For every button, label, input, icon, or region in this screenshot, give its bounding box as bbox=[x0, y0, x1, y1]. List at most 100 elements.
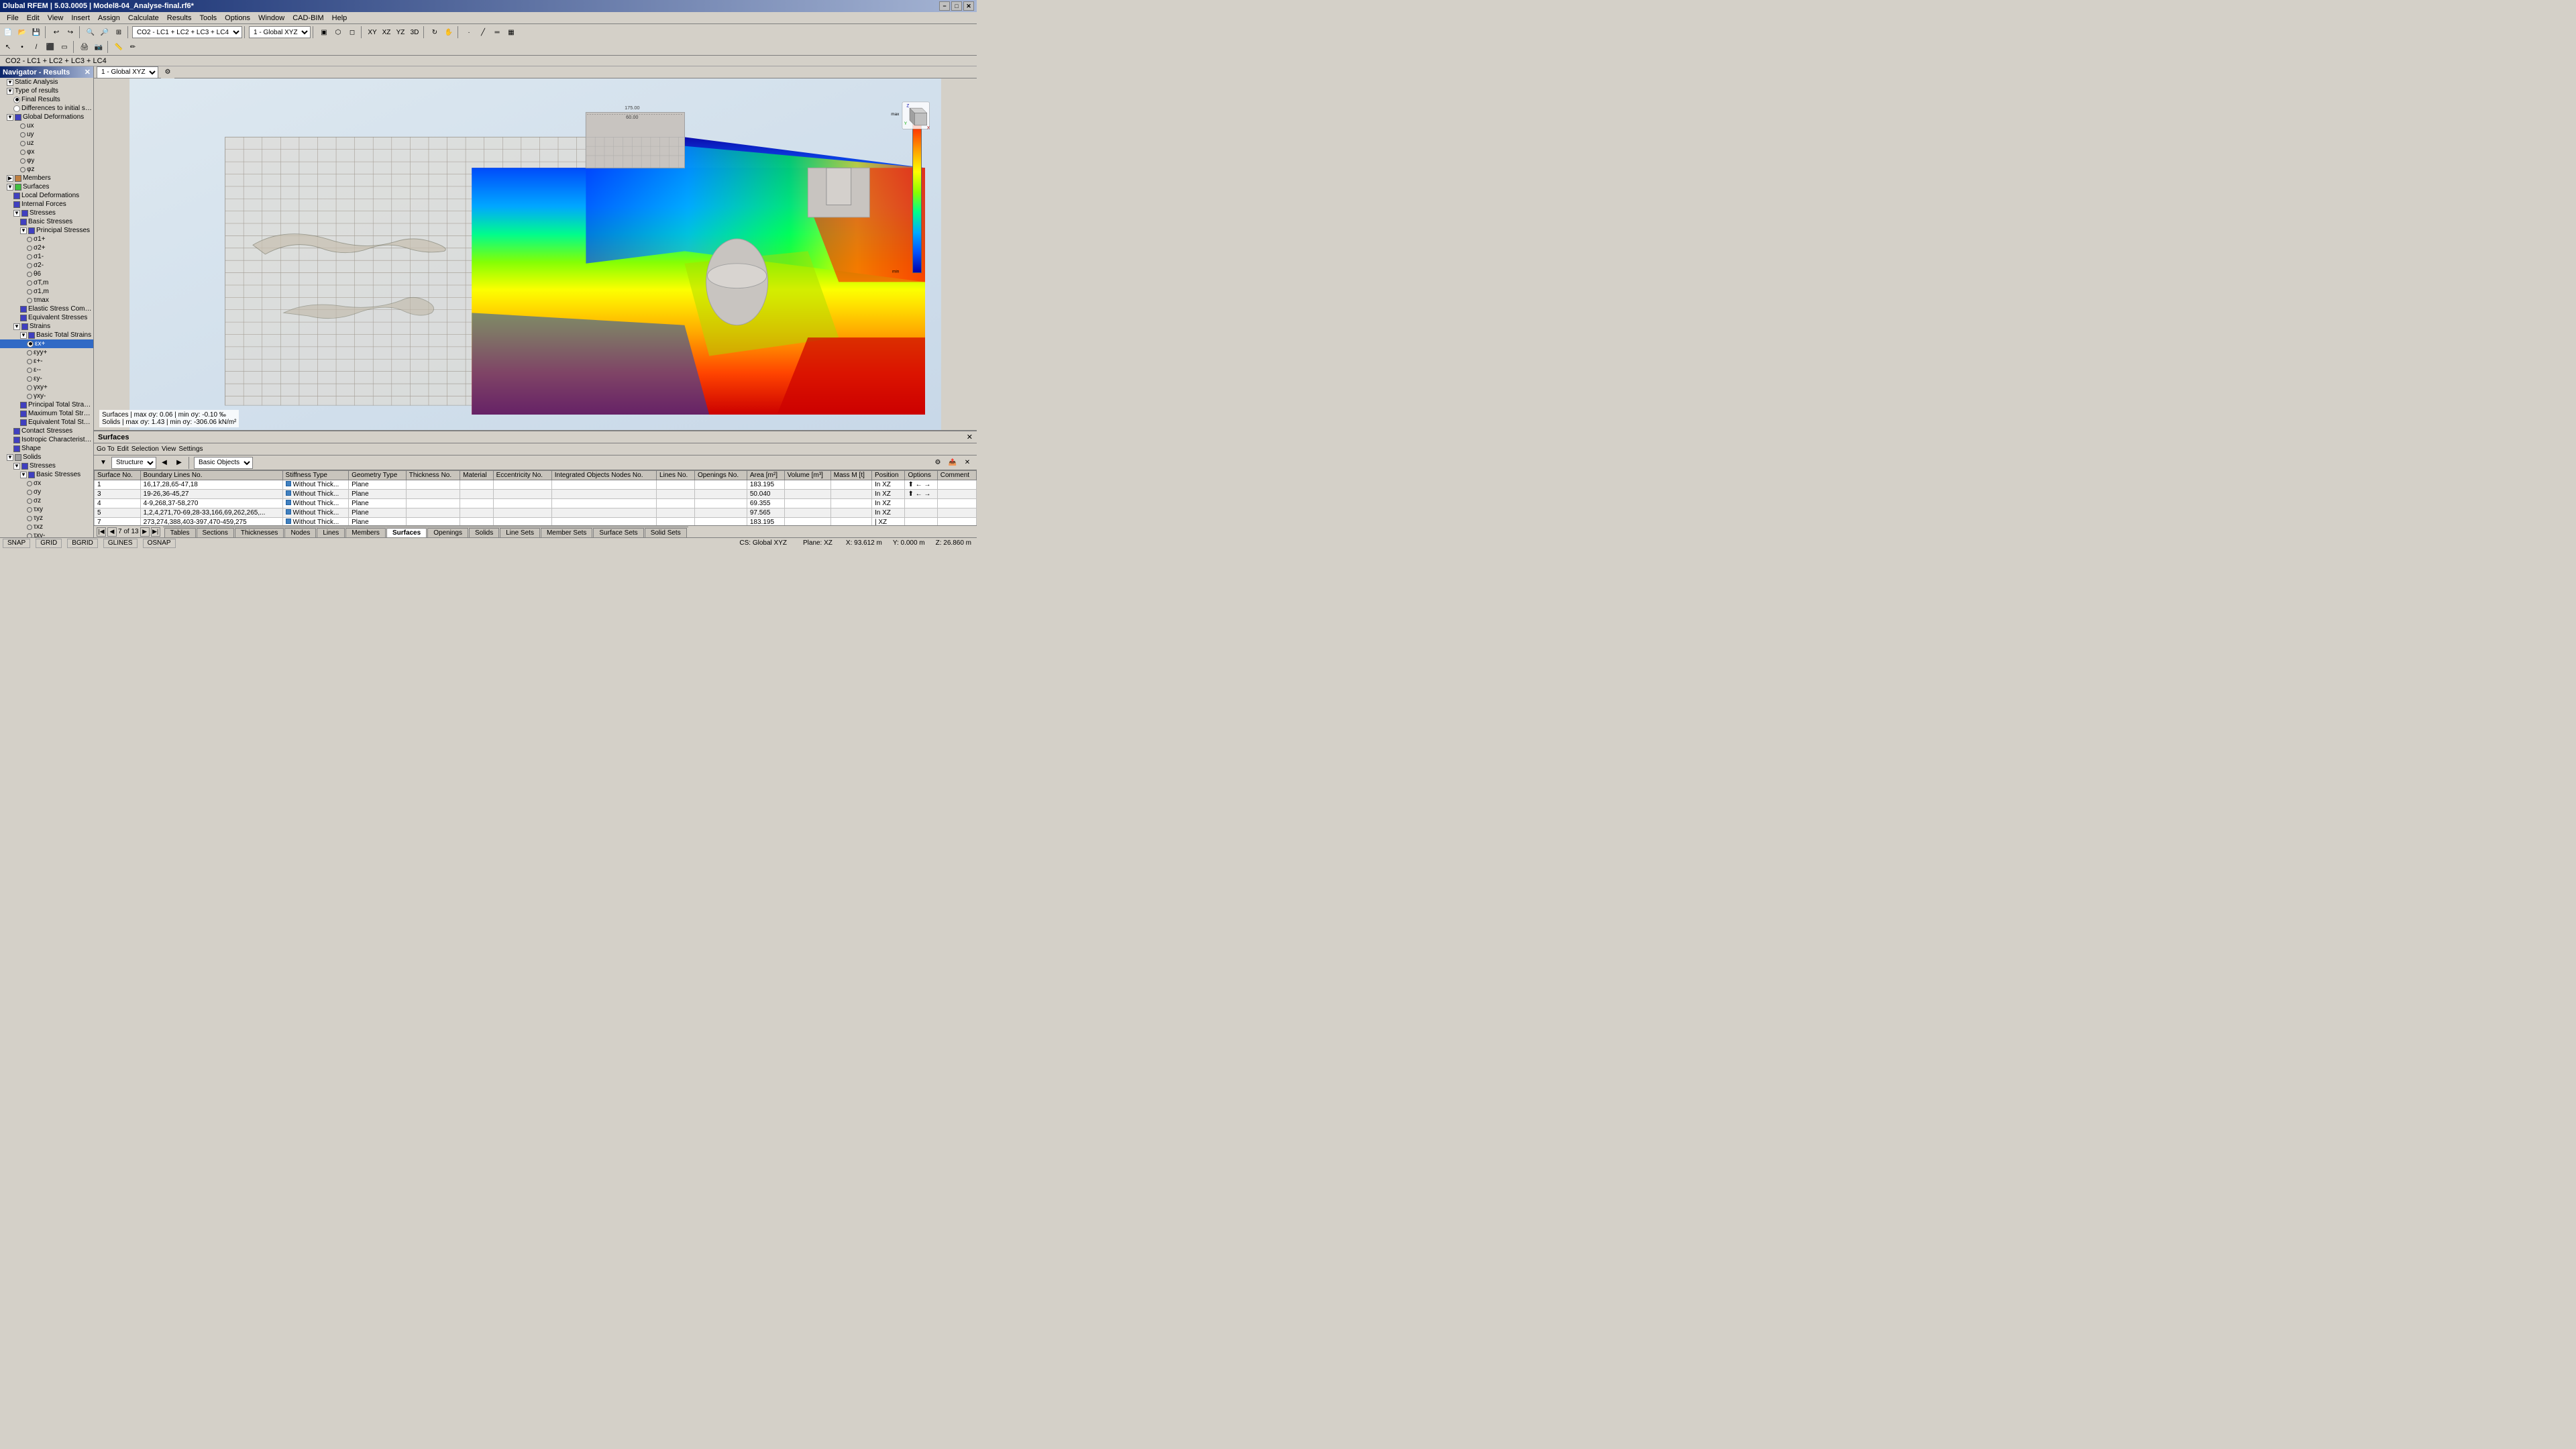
col-position[interactable]: Position bbox=[871, 471, 905, 480]
expand-solids[interactable]: ▼ bbox=[7, 454, 13, 461]
undo-button[interactable]: ↩ bbox=[50, 25, 63, 39]
xz-view-button[interactable]: XZ bbox=[380, 25, 393, 39]
table-prev-btn[interactable]: ◀ bbox=[158, 456, 171, 470]
menu-calculate[interactable]: Calculate bbox=[124, 13, 163, 23]
table-row[interactable]: 51,2,4,271,70-69,28-33,166,69,262,265,..… bbox=[95, 508, 977, 518]
nav-differences[interactable]: Differences to initial state bbox=[0, 104, 93, 113]
phiy-radio[interactable] bbox=[20, 158, 25, 164]
viewport-combo[interactable]: 1 - Global XYZ bbox=[97, 66, 158, 78]
nav-taumax[interactable]: τmax bbox=[0, 296, 93, 305]
hidden-line-button[interactable]: ◻ bbox=[345, 25, 359, 39]
col-boundary-lines[interactable]: Boundary Lines No. bbox=[140, 471, 282, 480]
col-volume[interactable]: Volume [m³] bbox=[784, 471, 830, 480]
nav-sigma1p[interactable]: σ1+ bbox=[0, 235, 93, 244]
member-button[interactable]: ═ bbox=[490, 25, 504, 39]
col-surface-no[interactable]: Surface No. bbox=[95, 471, 141, 480]
phix-radio[interactable] bbox=[20, 150, 25, 155]
table-export-btn[interactable]: 📤 bbox=[946, 456, 959, 470]
bottom-tab-surfaces[interactable]: Surfaces bbox=[386, 528, 427, 537]
nav-stresses[interactable]: ▼ Stresses bbox=[0, 209, 93, 217]
nav-principal-stresses[interactable]: ▼ Principal Stresses bbox=[0, 226, 93, 235]
bottom-tab-surface-sets[interactable]: Surface Sets bbox=[593, 528, 643, 537]
epsmm-radio[interactable] bbox=[27, 368, 32, 373]
bottom-tab-member-sets[interactable]: Member Sets bbox=[541, 528, 592, 537]
stm-radio[interactable] bbox=[27, 280, 32, 286]
txy-radio[interactable] bbox=[27, 507, 32, 513]
nav-sigma2m[interactable]: σ2- bbox=[0, 261, 93, 270]
load-case-combo[interactable]: CO2 - LC1 + LC2 + LC3 + LC4 bbox=[132, 26, 242, 38]
epspm-radio[interactable] bbox=[27, 359, 32, 364]
nav-surfaces[interactable]: ▼ Surfaces bbox=[0, 182, 93, 191]
pan-button[interactable]: ✋ bbox=[442, 25, 455, 39]
table-row[interactable]: 7273,274,388,403-397,470-459,275Without … bbox=[95, 518, 977, 526]
render-button[interactable]: ▣ bbox=[317, 25, 331, 39]
radio-differences[interactable] bbox=[13, 105, 20, 112]
bottom-tab-solid-sets[interactable]: Solid Sets bbox=[645, 528, 687, 537]
status-grid[interactable]: GRID bbox=[36, 539, 62, 548]
expand-bts[interactable]: ▼ bbox=[20, 332, 27, 339]
nav-internal-forces[interactable]: Internal Forces bbox=[0, 200, 93, 209]
table-next-btn[interactable]: ▶ bbox=[172, 456, 186, 470]
status-osnap[interactable]: OSNAP bbox=[143, 539, 176, 548]
table-menu-goto[interactable]: Go To bbox=[97, 445, 115, 453]
nav-epsx-plus[interactable]: εx+ bbox=[0, 339, 93, 348]
nav-principal-strains[interactable]: Principal Total Strains bbox=[0, 400, 93, 409]
nav-phiy[interactable]: φy bbox=[0, 156, 93, 165]
nav-solid-stresses[interactable]: ▼ Stresses bbox=[0, 462, 93, 470]
epsym-radio[interactable] bbox=[27, 376, 32, 382]
nav-uz[interactable]: uz bbox=[0, 139, 93, 148]
radio-final-results[interactable] bbox=[13, 97, 20, 103]
menu-results[interactable]: Results bbox=[163, 13, 196, 23]
menu-file[interactable]: File bbox=[3, 13, 23, 23]
col-comment[interactable]: Comment bbox=[937, 471, 976, 480]
add-member-button[interactable]: ⬛ bbox=[44, 40, 57, 54]
nav-eps-mm[interactable]: ε-- bbox=[0, 366, 93, 374]
bottom-tab-solids[interactable]: Solids bbox=[469, 528, 499, 537]
col-mass[interactable]: Mass M [t] bbox=[830, 471, 871, 480]
expand-members[interactable]: ▶ bbox=[7, 175, 13, 182]
expand-principal[interactable]: ▼ bbox=[20, 227, 27, 234]
menu-insert[interactable]: Insert bbox=[67, 13, 94, 23]
status-bgrid[interactable]: BGRID bbox=[67, 539, 98, 548]
status-glines[interactable]: GLINES bbox=[103, 539, 138, 548]
three-d-view[interactable]: 1 - Global XYZ ⚙ bbox=[94, 66, 977, 430]
zoom-out-button[interactable]: 🔎 bbox=[98, 25, 111, 39]
add-line-button[interactable]: / bbox=[30, 40, 43, 54]
fit-view-button[interactable]: ⊞ bbox=[112, 25, 125, 39]
nav-solid-tauxym[interactable]: τxy- bbox=[0, 531, 93, 537]
nav-global-deformations[interactable]: ▼ Global Deformations bbox=[0, 113, 93, 121]
table-menu-edit[interactable]: Edit bbox=[117, 445, 129, 453]
expand-sb[interactable]: ▼ bbox=[20, 472, 27, 478]
phiz-radio[interactable] bbox=[20, 167, 25, 172]
nav-solid-basic[interactable]: ▼ Basic Stresses bbox=[0, 470, 93, 479]
table-close-icon[interactable]: ✕ bbox=[967, 433, 973, 441]
nav-solid-tauxz[interactable]: τxz bbox=[0, 523, 93, 531]
add-surface-button[interactable]: ▭ bbox=[58, 40, 71, 54]
nav-final-results[interactable]: Final Results bbox=[0, 95, 93, 104]
select-button[interactable]: ↖ bbox=[1, 40, 15, 54]
nav-phiz[interactable]: φz bbox=[0, 165, 93, 174]
nav-sigma2p[interactable]: σ2+ bbox=[0, 244, 93, 252]
txz-radio[interactable] bbox=[27, 525, 32, 530]
table-filter-btn[interactable]: ▼ bbox=[97, 456, 110, 470]
nav-max-strains[interactable]: Maximum Total Strains bbox=[0, 409, 93, 418]
nav-equiv-stress[interactable]: Equivalent Stresses bbox=[0, 313, 93, 322]
sy-radio[interactable] bbox=[27, 490, 32, 495]
table-close-btn[interactable]: ✕ bbox=[961, 456, 974, 470]
measure-button[interactable]: 📏 bbox=[112, 40, 125, 54]
page-prev-btn[interactable]: ◀ bbox=[107, 527, 117, 537]
bottom-tab-thicknesses[interactable]: Thicknesses bbox=[235, 528, 284, 537]
s2p-radio[interactable] bbox=[27, 246, 32, 251]
menu-assign[interactable]: Assign bbox=[94, 13, 124, 23]
nav-solid-sigmay[interactable]: σy bbox=[0, 488, 93, 496]
ux-radio[interactable] bbox=[20, 123, 25, 129]
table-menu-selection[interactable]: Selection bbox=[131, 445, 159, 453]
table-menu-settings[interactable]: Settings bbox=[178, 445, 203, 453]
table-row[interactable]: 116,17,28,65-47,18Without Thick...Plane1… bbox=[95, 480, 977, 490]
menu-view[interactable]: View bbox=[44, 13, 68, 23]
close-button[interactable]: ✕ bbox=[963, 1, 974, 11]
expand-ss[interactable]: ▼ bbox=[13, 463, 20, 470]
nav-solid-sigmaz[interactable]: σz bbox=[0, 496, 93, 505]
tmax-radio[interactable] bbox=[27, 298, 32, 303]
expand-stresses[interactable]: ▼ bbox=[13, 210, 20, 217]
